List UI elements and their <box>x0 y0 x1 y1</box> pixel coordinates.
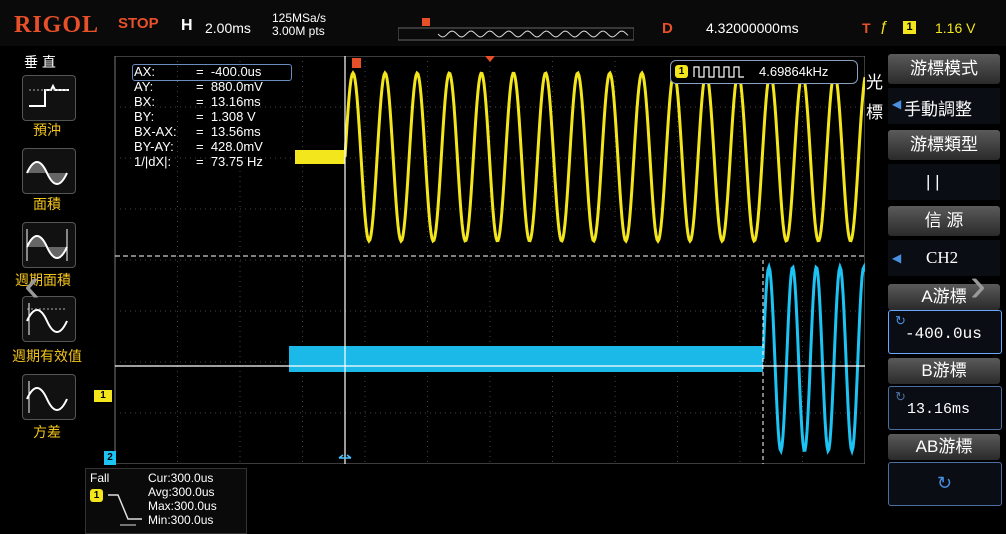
overshoot-icon <box>29 83 69 107</box>
cursor-readout-highlight <box>132 64 292 81</box>
b-cursor-value: 13.16ms <box>907 401 971 418</box>
horizontal-label: H <box>181 17 193 34</box>
readout-value: = 880.0mV <box>196 79 263 94</box>
measurement-stats: Fall 1 Cur:300.0us Avg:300.0us Max:300.0… <box>85 468 247 534</box>
readout-name: BY-AY: <box>134 139 174 154</box>
measure-min: Min:300.0us <box>148 513 214 527</box>
menu-item-variance[interactable] <box>22 374 76 420</box>
measure-channel-badge: 1 <box>90 489 103 502</box>
frequency-counter: 1 4.69864kHz <box>670 60 858 84</box>
cursor-menu-label: 光 標 <box>866 73 883 122</box>
ab-cursor-title: AB游標 <box>888 434 1000 460</box>
trigger-marker-icon <box>352 58 361 68</box>
trigger-label: T <box>862 20 871 36</box>
measure-cur: Cur:300.0us <box>148 471 214 485</box>
sample-info: 125MSa/s 3.00M pts <box>272 12 326 38</box>
measure-max: Max:300.0us <box>148 499 217 513</box>
rotate-knob-icon: ↻ <box>895 389 906 404</box>
memory-overview <box>398 18 634 41</box>
ch1-noise-band <box>295 150 345 164</box>
cursor-readout-row: BX: = 13.16ms <box>134 94 263 109</box>
fall-edge-icon <box>108 494 142 526</box>
freq-channel-badge: 1 <box>675 65 688 78</box>
cursor-type-title: 游標類型 <box>888 130 1000 160</box>
rotate-knob-icon: ↻ <box>937 473 953 493</box>
ab-cursor-control[interactable]: ↻ <box>888 462 1002 506</box>
run-stop-status[interactable]: STOP <box>118 15 159 32</box>
trigger-edge-icon: ƒ <box>880 18 889 35</box>
left-menu: 預沖 面積 週期面積 週期有效值 方差 <box>0 50 84 462</box>
b-cursor-control[interactable]: ↻ 13.16ms <box>888 386 1002 430</box>
readout-name: BX: <box>134 94 155 109</box>
left-arrow-icon: ◀ <box>892 97 902 111</box>
area-icon <box>26 161 68 185</box>
ch2-offset-marker[interactable]: 2 <box>104 451 116 465</box>
ch2-noise-band <box>289 346 763 372</box>
variance-icon <box>26 381 68 413</box>
readout-value: = 13.56ms <box>196 124 261 139</box>
cursor-readout-row: BY: = 1.308 V <box>134 109 263 124</box>
trigger-position-icon <box>422 18 430 26</box>
cursor-readout-row: BX-AX: = 13.56ms <box>134 124 263 139</box>
chevron-right-icon[interactable]: › <box>970 258 986 313</box>
a-cursor-value: -400.0us <box>905 325 982 343</box>
menu-item-overshoot[interactable] <box>22 75 76 121</box>
menu-label-period-area: 週期面積 <box>15 272 71 288</box>
cursor-type-value: | | <box>926 172 940 191</box>
chevron-left-icon[interactable]: ‹ <box>24 258 40 313</box>
cursor-readout-row: 1/|dX|: = 73.75 Hz <box>134 154 263 169</box>
readout-name: BY: <box>134 109 155 124</box>
ch1-offset-marker[interactable]: 1 <box>94 390 112 402</box>
readout-value: = 1.308 V <box>196 109 256 124</box>
trigger-channel-badge: 1 <box>903 21 916 34</box>
cursor-type-selector[interactable]: | | <box>888 164 1000 200</box>
readout-name: AY: <box>134 79 154 94</box>
measure-avg: Avg:300.0us <box>148 485 215 499</box>
readout-value: = 73.75 Hz <box>196 154 263 169</box>
a-cursor-control[interactable]: ↻ -400.0us <box>888 310 1002 354</box>
memory-depth: 3.00M pts <box>272 24 325 38</box>
readout-name: 1/|dX|: <box>134 154 172 169</box>
trigger-level[interactable]: 1.16 V <box>935 20 975 36</box>
source-value: CH2 <box>926 248 959 267</box>
readout-value: = 428.0mV <box>196 139 263 154</box>
delay-value[interactable]: 4.32000000ms <box>706 20 799 36</box>
menu-item-area[interactable] <box>22 148 76 194</box>
source-title: 信 源 <box>888 206 1000 236</box>
measure-type: Fall <box>90 471 110 485</box>
cursor-readout: AX: = -400.0us AY: = 880.0mV BX: = 13.16ms BY:… <box>132 64 292 169</box>
cursor-mode-selector[interactable]: ◀ 手動調整 <box>888 88 1000 124</box>
readout-name: BX-AX: <box>134 124 177 139</box>
readout-value: = 13.16ms <box>196 94 261 109</box>
cursor-mode-value: 手動調整 <box>904 100 972 119</box>
b-cursor-title: B游標 <box>888 358 1000 384</box>
frequency-value: 4.69864kHz <box>759 64 829 79</box>
cursor-mode-title: 游標模式 <box>888 54 1000 84</box>
cursor-readout-row: AY: = 880.0mV <box>134 79 263 94</box>
brand-logo: RIGOL <box>14 12 100 38</box>
delay-label: D <box>662 20 673 37</box>
timebase-value[interactable]: 2.00ms <box>205 20 251 36</box>
cursor-readout-row: BY-AY: = 428.0mV <box>134 139 263 154</box>
left-arrow-icon: ◀ <box>892 251 902 265</box>
square-wave-icon <box>693 66 744 78</box>
